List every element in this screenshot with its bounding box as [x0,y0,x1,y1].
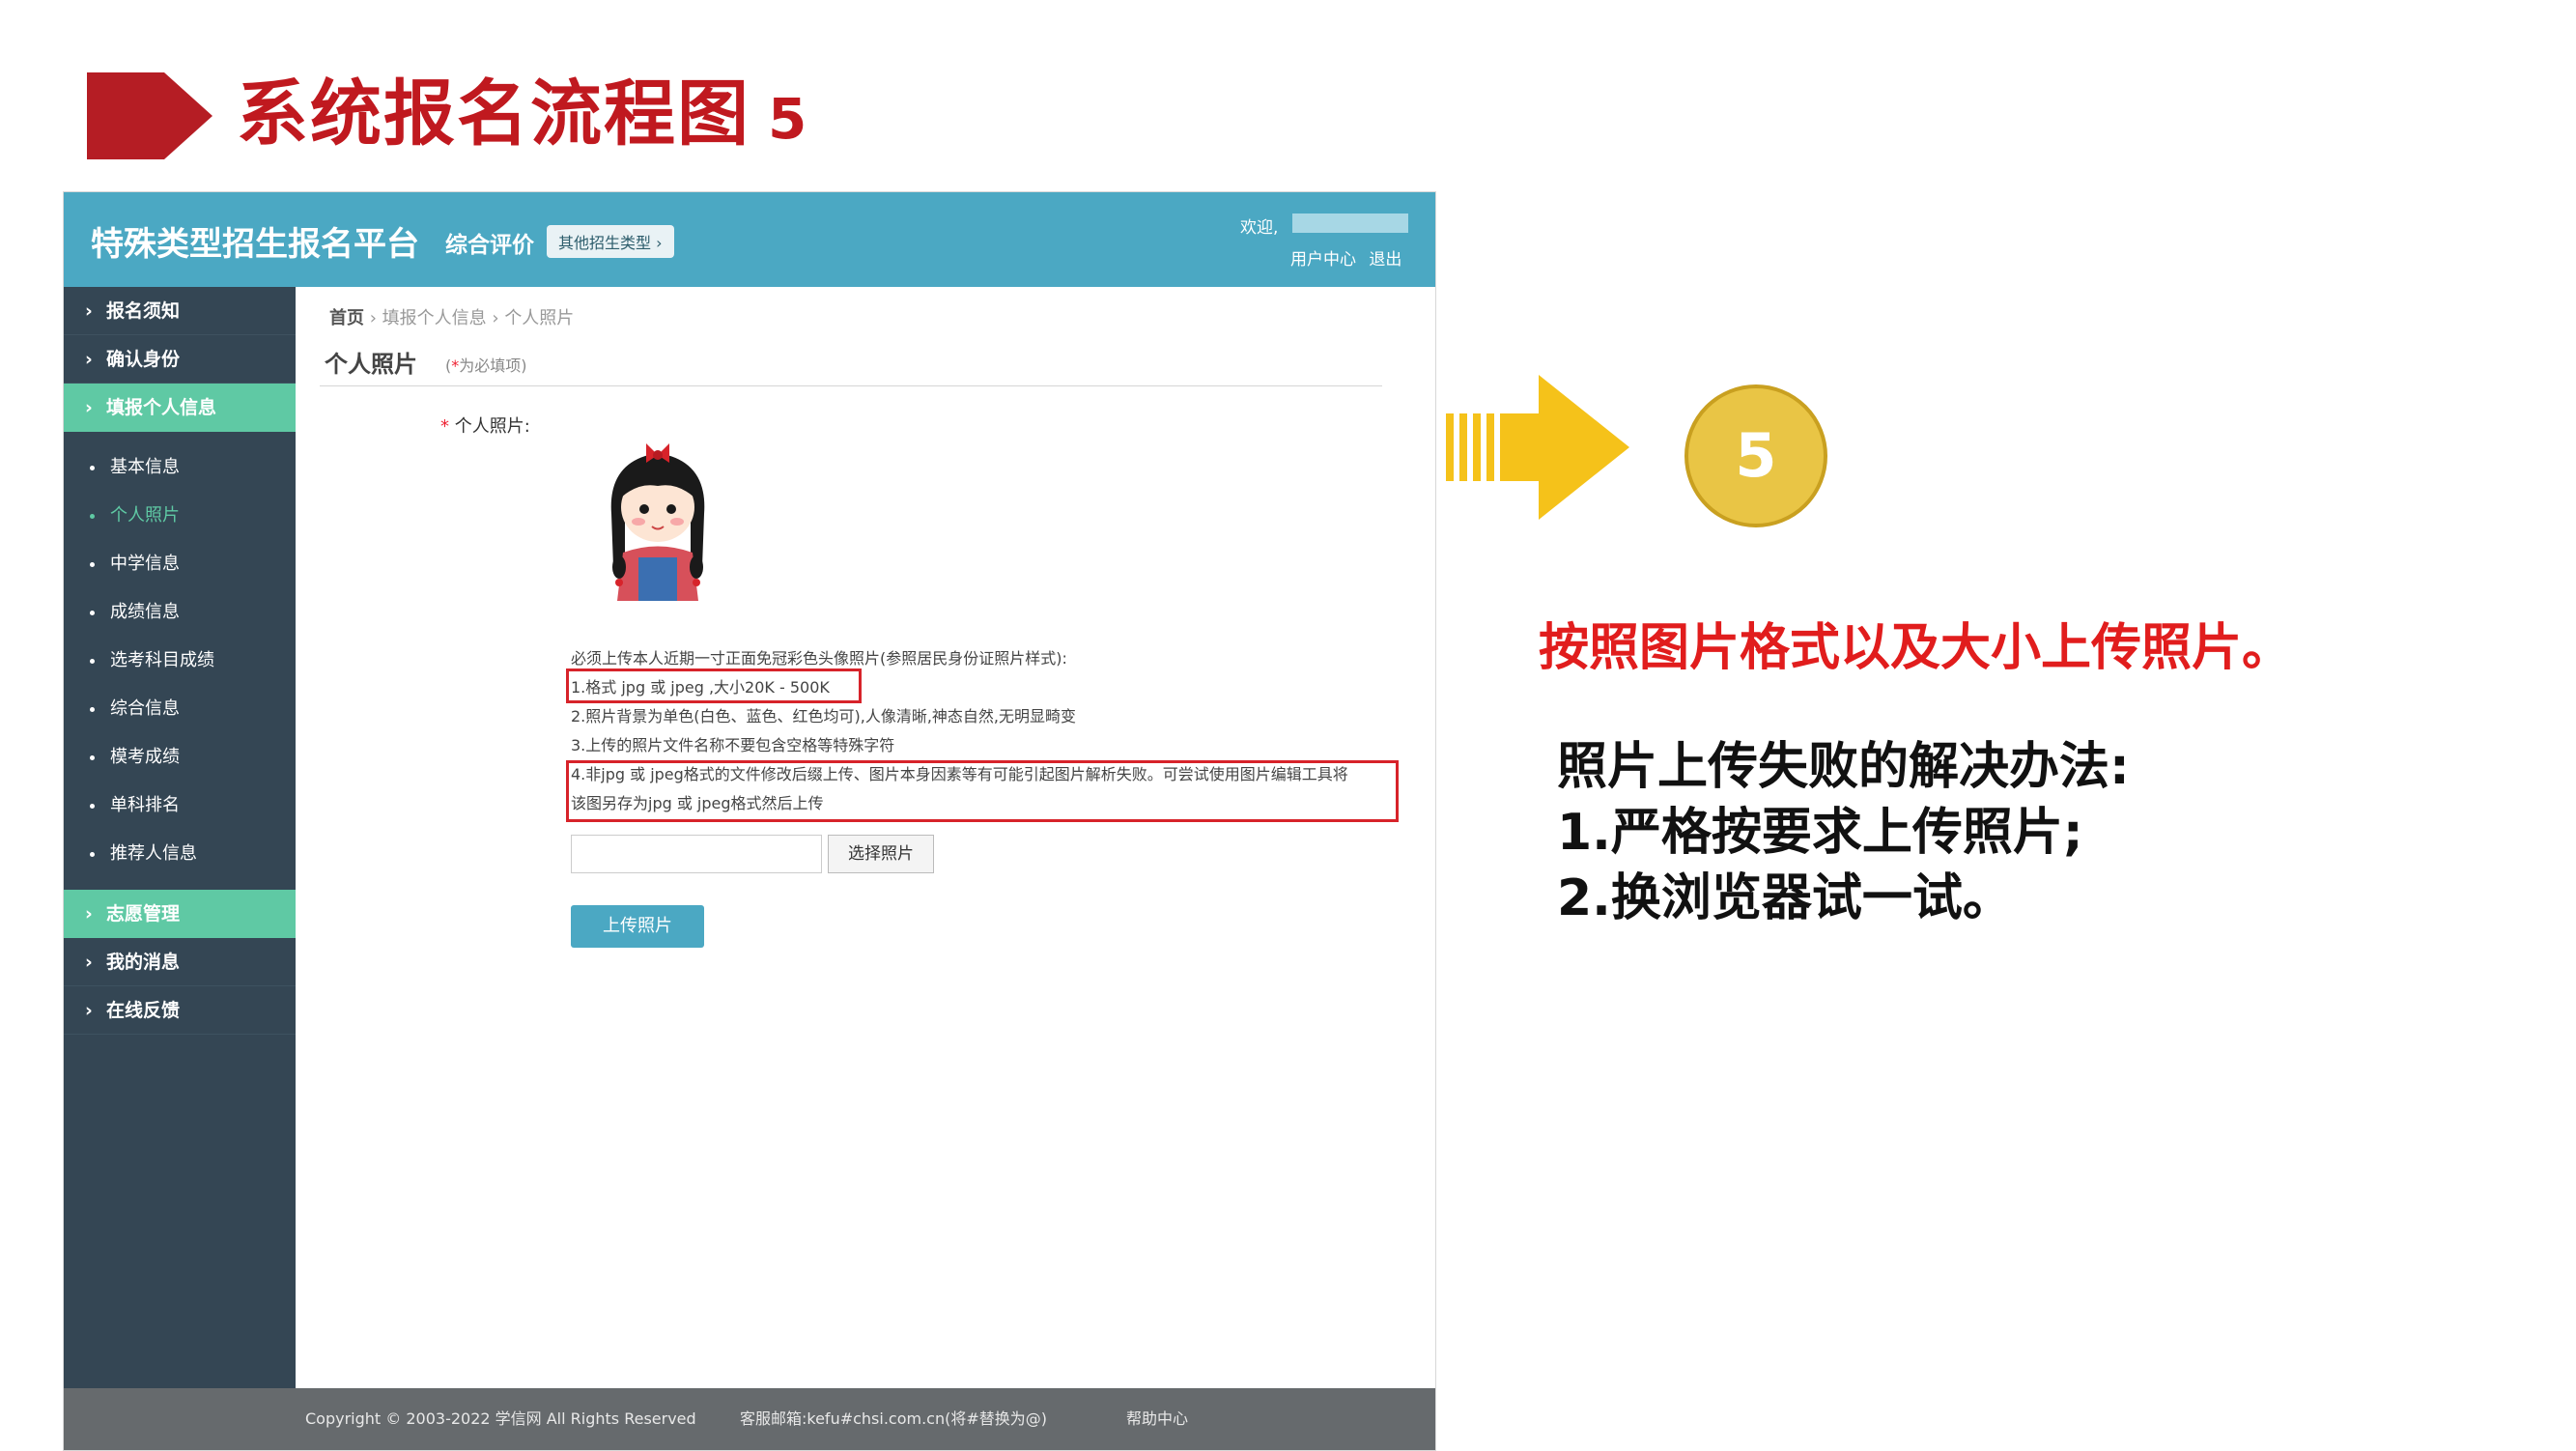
other-types-button[interactable]: 其他招生类型 › [547,225,674,258]
registration-screenshot: 特殊类型招生报名平台 综合评价 其他招生类型 › 欢迎, 用户中心 退出 › 报名… [63,191,1436,1451]
instruction-line: 3.上传的照片文件名称不要包含空格等特殊字符 [571,736,895,754]
title-arrow-icon [87,72,212,159]
username-redacted [1292,213,1408,233]
chevron-right-icon: › [85,349,93,370]
solutions-title: 照片上传失败的解决办法: [1557,738,2130,796]
footer-help-link[interactable]: 帮助中心 [1126,1388,1188,1450]
site-footer: Copyright © 2003-2022 学信网 All Rights Res… [64,1388,1435,1450]
highlight-box-conversion [566,760,1399,822]
sidebar-subitem-school[interactable]: 中学信息 [64,540,296,588]
sidebar-item-messages[interactable]: › 我的消息 [64,938,296,986]
breadcrumb: 首页 › 填报个人信息 › 个人照片 [329,304,574,329]
file-path-input[interactable] [571,835,822,873]
sidebar-subitem-scores[interactable]: 成绩信息 [64,588,296,637]
slide-title: 系统报名流程图 5 [237,72,809,156]
site-brand[interactable]: 特殊类型招生报名平台 [91,217,419,265]
solution-item: 1.严格按要求上传照片; [1557,804,2083,862]
chevron-right-icon: › [369,308,382,328]
footer-email: 客服邮箱:kefu#chsi.com.cn(将#替换为@) [740,1409,1048,1428]
sidebar-subitem-elective-scores[interactable]: 选考科目成绩 [64,637,296,685]
breadcrumb-home[interactable]: 首页 [329,308,364,328]
chevron-right-icon: › [492,308,505,328]
welcome-text: 欢迎, [1240,218,1279,238]
footer-copyright: Copyright © 2003-2022 学信网 All Rights Res… [305,1409,696,1428]
chevron-right-icon: › [85,397,93,418]
sidebar-item-feedback[interactable]: › 在线反馈 [64,986,296,1035]
sidebar-subitem-photo[interactable]: 个人照片 [64,492,296,540]
chevron-right-icon: › [85,1000,93,1021]
upload-requirement-note: 按照图片格式以及大小上传照片。 [1539,619,2293,677]
chevron-right-icon: › [85,300,93,322]
sidebar-subitems: 基本信息 个人照片 中学信息 成绩信息 选考科目成绩 综合信息 模考成绩 单科排… [64,432,296,890]
breadcrumb-personal-info[interactable]: 填报个人信息 [382,308,487,328]
sidebar-item-wishes[interactable]: › 志愿管理 [64,890,296,938]
divider [320,385,1382,386]
sidebar-subitem-referee[interactable]: 推荐人信息 [64,830,296,878]
sidebar-subitem-basic[interactable]: 基本信息 [64,443,296,492]
header-links[interactable]: 用户中心 退出 [1290,245,1401,270]
sidebar-item-notice[interactable]: › 报名须知 [64,287,296,335]
sidebar-subitem-subject-rank[interactable]: 单科排名 [64,782,296,830]
chevron-right-icon: › [85,952,93,973]
chevron-right-icon: › [85,903,93,925]
site-header: 特殊类型招生报名平台 综合评价 其他招生类型 › 欢迎, 用户中心 退出 [64,192,1435,287]
choose-photo-button[interactable]: 选择照片 [828,835,934,873]
sidebar: › 报名须知 › 确认身份 › 填报个人信息 基本信息 个人照片 中学信息 成绩信息 … [64,287,296,1388]
right-arrow-icon [1446,375,1629,520]
breadcrumb-photo: 个人照片 [504,308,575,328]
sample-avatar-image [610,443,705,601]
required-note: (*为必填项) [445,356,527,375]
photo-field-label: * 个人照片: [440,416,530,437]
page-title: 个人照片 [325,351,417,378]
upload-photo-button[interactable]: 上传照片 [571,905,704,948]
failure-solutions: 照片上传失败的解决办法: 1.严格按要求上传照片; 2.换浏览器试一试。 [1557,734,2130,931]
slide-step-number: 5 [768,86,809,152]
main-content: 首页 › 填报个人信息 › 个人照片 个人照片 (*为必填项) * 个人照片: [296,287,1435,1388]
highlight-box-format [566,669,862,703]
step-number-badge: 5 [1684,384,1827,527]
sidebar-subitem-comprehensive[interactable]: 综合信息 [64,685,296,733]
instruction-line: 2.照片背景为单色(白色、蓝色、红色均可),人像清晰,神态自然,无明显畸变 [571,707,1077,726]
sidebar-item-personal-info[interactable]: › 填报个人信息 [64,384,296,432]
site-subtitle: 综合评价 [445,233,534,258]
sidebar-item-identity[interactable]: › 确认身份 [64,335,296,384]
sidebar-subitem-mock-scores[interactable]: 模考成绩 [64,733,296,782]
solution-item: 2.换浏览器试一试。 [1557,869,2013,927]
